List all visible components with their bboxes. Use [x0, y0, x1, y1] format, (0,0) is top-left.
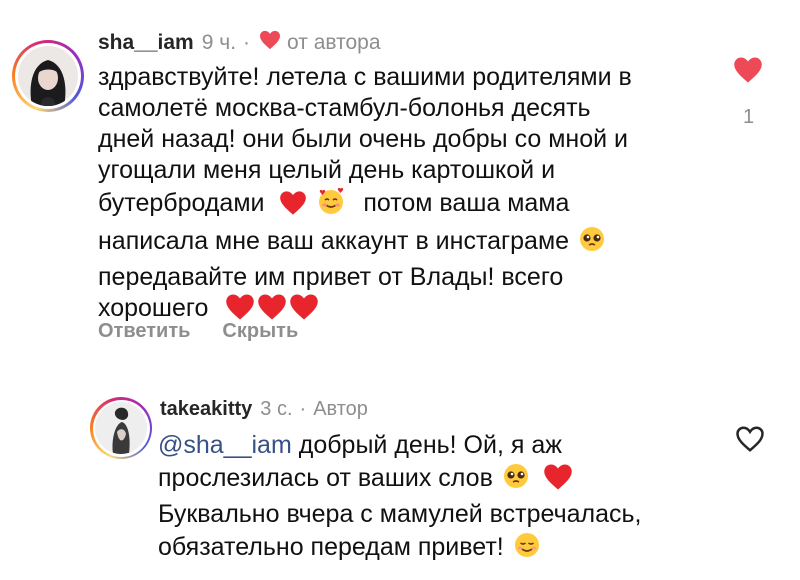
- text-fragment: потом ваша мама: [363, 189, 570, 217]
- smiling-face-icon: [512, 530, 542, 568]
- author-liked-heart-icon: [259, 30, 281, 56]
- red-heart-icon: [279, 190, 307, 224]
- avatar-takeakitty[interactable]: [90, 397, 152, 459]
- pleading-face-icon: [577, 224, 607, 262]
- like-heart-icon[interactable]: [733, 56, 763, 89]
- text-line: передавайте им привет от Влады! всего: [98, 263, 564, 291]
- smiling-face-with-hearts-icon: [316, 186, 346, 224]
- separator: ·: [243, 31, 251, 54]
- like-count: 1: [743, 106, 755, 128]
- like-outline-heart-icon[interactable]: [735, 425, 765, 458]
- red-heart-icon: [543, 463, 573, 499]
- text-line-with-emoji: обязательно передам привет!: [158, 530, 718, 568]
- text-line-with-emoji: прослезилась от ваших слов: [158, 461, 718, 499]
- author-badge: от автора: [287, 31, 381, 54]
- text-line: Буквально вчера с мамулей встречалась,: [158, 500, 642, 528]
- author-badge: Автор: [313, 398, 368, 420]
- comment-text: здравствуйте! летела с вашими родителями…: [98, 62, 698, 329]
- text-line: самолетё москва-стамбул-болонья десять: [98, 94, 591, 122]
- text-fragment: бутербродами: [98, 189, 265, 217]
- reply-button[interactable]: Ответить: [98, 320, 190, 343]
- mention-link[interactable]: @sha__iam: [158, 431, 292, 459]
- text-line-with-emoji: написала мне ваш аккаунт в инстаграме: [98, 224, 698, 262]
- hide-button[interactable]: Скрыть: [222, 320, 298, 343]
- avatar-photo: [95, 402, 147, 454]
- username[interactable]: takeakitty: [160, 398, 252, 421]
- avatar-sha-iam[interactable]: [12, 40, 84, 112]
- text-line-with-emoji: бутербродами потом ваша мама: [98, 186, 698, 224]
- timestamp: 9 ч.: [201, 31, 237, 54]
- comment-actions: Ответить Скрыть: [98, 320, 298, 343]
- username[interactable]: sha__iam: [98, 31, 194, 55]
- separator: ·: [299, 398, 307, 420]
- text-fragment: прослезилась от ваших слов: [158, 464, 493, 492]
- comment-meta: sha__iam 9 ч. · от автора: [98, 30, 381, 56]
- comment-meta: takeakitty 3 с. · Автор: [160, 398, 368, 421]
- text-line: угощали меня целый день картошкой и: [98, 156, 556, 184]
- text-line-with-mention: @sha__iam добрый день! Ой, я аж: [158, 430, 718, 461]
- avatar-photo: [18, 46, 78, 106]
- timestamp: 3 с.: [260, 398, 293, 420]
- comment-text: @sha__iam добрый день! Ой, я аж прослези…: [158, 430, 718, 568]
- text-line: здравствуйте! летела с вашими родителями…: [98, 63, 632, 91]
- text-fragment: написала мне ваш аккаунт в инстаграме: [98, 227, 570, 255]
- text-line: дней назад! они были очень добры со мной…: [98, 125, 628, 153]
- text-fragment: обязательно передам привет!: [158, 533, 504, 561]
- pleading-face-icon: [501, 461, 531, 499]
- text-fragment: добрый день! Ой, я аж: [298, 431, 562, 459]
- text-fragment: хорошего: [98, 294, 209, 322]
